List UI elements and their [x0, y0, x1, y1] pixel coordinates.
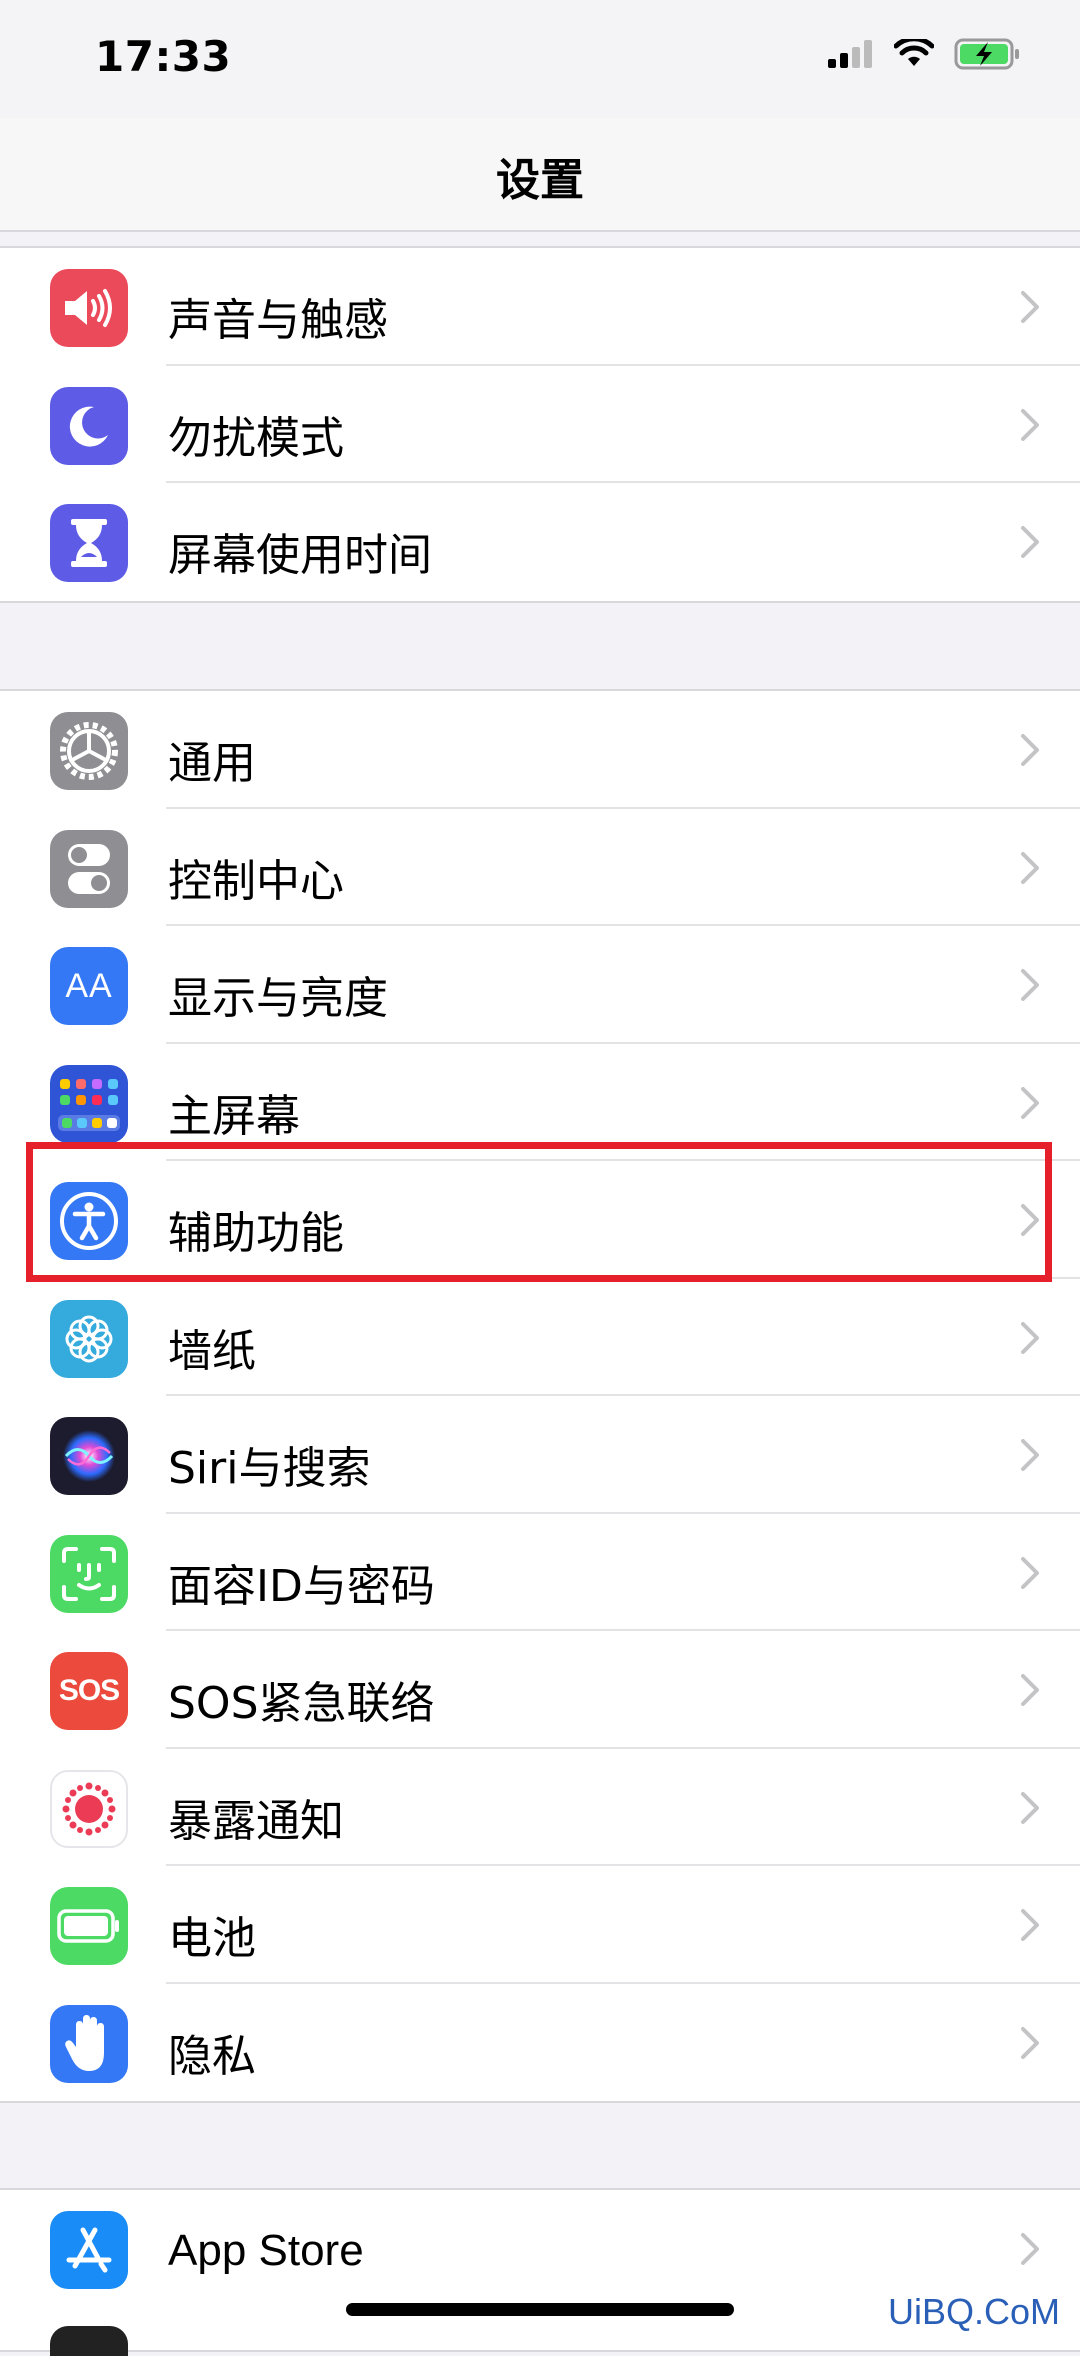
moon-icon	[50, 386, 128, 465]
settings-item-label: Siri与搜索	[168, 1443, 371, 1494]
cellular-signal-icon	[828, 40, 872, 68]
status-time: 17:33	[95, 32, 232, 81]
siri-icon	[50, 1417, 128, 1495]
settings-item-exposure-notifications[interactable]: 暴露通知	[0, 1749, 1080, 1866]
settings-item-face-id-passcode[interactable]: 面容ID与密码	[0, 1514, 1080, 1631]
chevron-right-icon	[1021, 1674, 1039, 1706]
hourglass-icon	[50, 504, 128, 582]
chevron-right-icon	[1021, 1321, 1039, 1354]
settings-item-sounds[interactable]: 声音与触感	[0, 248, 1080, 366]
settings-item-home-screen[interactable]: 主屏幕	[0, 1044, 1080, 1161]
settings-item-general[interactable]: 通用	[0, 691, 1080, 809]
home-grid-icon	[50, 1064, 128, 1143]
page-title: 设置	[496, 155, 584, 206]
watermark: UiBQ.CoM	[883, 2291, 1064, 2333]
speaker-icon	[50, 269, 128, 347]
chevron-right-icon	[1021, 1439, 1039, 1471]
settings-item-display-brightness[interactable]: AA 显示与亮度	[0, 926, 1080, 1044]
exposure-icon	[50, 1769, 128, 1848]
sos-glyph: SOS	[58, 1674, 120, 1707]
home-indicator[interactable]	[346, 2303, 734, 2316]
settings-item-screen-time[interactable]: 屏幕使用时间	[0, 483, 1080, 601]
settings-item-wallpaper[interactable]: 墙纸	[0, 1279, 1080, 1396]
settings-item-label: SOS紧急联络	[168, 1678, 435, 1729]
settings-item-emergency-sos[interactable]: SOS SOS紧急联络	[0, 1631, 1080, 1749]
settings-item-app-store[interactable]: App Store	[0, 2190, 1080, 2308]
chevron-right-icon	[1021, 1791, 1039, 1824]
hand-icon	[50, 2004, 128, 2083]
chevron-right-icon	[1021, 734, 1039, 766]
settings-item-label: 通用	[168, 738, 256, 789]
settings-item-accessibility[interactable]: 辅助功能	[0, 1161, 1080, 1279]
settings-item-label: 辅助功能	[168, 1208, 344, 1259]
settings-item-label: 电池	[168, 1913, 256, 1964]
app-store-icon	[50, 2211, 128, 2289]
wifi-icon	[894, 39, 934, 66]
settings-item-label: 主屏幕	[168, 1090, 300, 1142]
nav-bar: 设置	[0, 118, 1080, 232]
settings-item-label: 显示与亮度	[168, 973, 388, 1024]
settings-item-label: 勿扰模式	[168, 412, 344, 464]
chevron-right-icon	[1021, 526, 1039, 558]
next-row-icon-peek	[50, 2326, 128, 2356]
battery-icon	[50, 1887, 128, 1965]
chevron-right-icon	[1021, 1909, 1039, 1941]
battery-charging-icon	[954, 38, 1019, 70]
sos-icon: SOS	[50, 1652, 128, 1730]
settings-item-label: 墙纸	[168, 1325, 256, 1377]
chevron-right-icon	[1021, 2233, 1039, 2265]
settings-item-label: 声音与触感	[168, 295, 388, 346]
chevron-right-icon	[1021, 408, 1039, 441]
settings-item-privacy[interactable]: 隐私	[0, 1984, 1080, 2102]
chevron-right-icon	[1021, 1204, 1039, 1236]
chevron-right-icon	[1021, 851, 1039, 884]
settings-item-label: 暴露通知	[168, 1795, 344, 1847]
chevron-right-icon	[1021, 1086, 1039, 1119]
settings-item-do-not-disturb[interactable]: 勿扰模式	[0, 366, 1080, 483]
settings-item-label: 面容ID与密码	[168, 1560, 435, 1612]
settings-item-label: App Store	[168, 2226, 364, 2275]
settings-item-label: 屏幕使用时间	[168, 530, 432, 581]
chevron-right-icon	[1021, 969, 1039, 1001]
chevron-right-icon	[1021, 2026, 1039, 2059]
face-id-icon	[50, 1534, 128, 1613]
toggle-icon	[50, 829, 128, 908]
settings-group-1: 声音与触感 勿扰模式 屏幕使用时间	[0, 246, 1080, 603]
settings-item-siri-search[interactable]: Siri与搜索	[0, 1396, 1080, 1514]
settings-item-label: 控制中心	[168, 855, 344, 907]
status-icons	[828, 38, 1022, 70]
chevron-right-icon	[1021, 291, 1039, 323]
chevron-right-icon	[1021, 1556, 1039, 1589]
settings-group-2: 通用 控制中心 AA 显示与亮度 主屏幕 辅助功能 墙纸 Siri与搜索 面容I…	[0, 689, 1080, 2103]
gear-icon	[50, 712, 128, 790]
settings-item-label: 隐私	[168, 2030, 256, 2082]
settings-item-battery[interactable]: 电池	[0, 1866, 1080, 1984]
flower-icon	[50, 1299, 128, 1378]
text-size-icon: AA	[50, 947, 128, 1025]
text-size-glyph: AA	[65, 966, 113, 1005]
settings-item-control-center[interactable]: 控制中心	[0, 809, 1080, 926]
status-bar: 17:33	[0, 0, 1080, 118]
accessibility-icon	[50, 1182, 128, 1260]
